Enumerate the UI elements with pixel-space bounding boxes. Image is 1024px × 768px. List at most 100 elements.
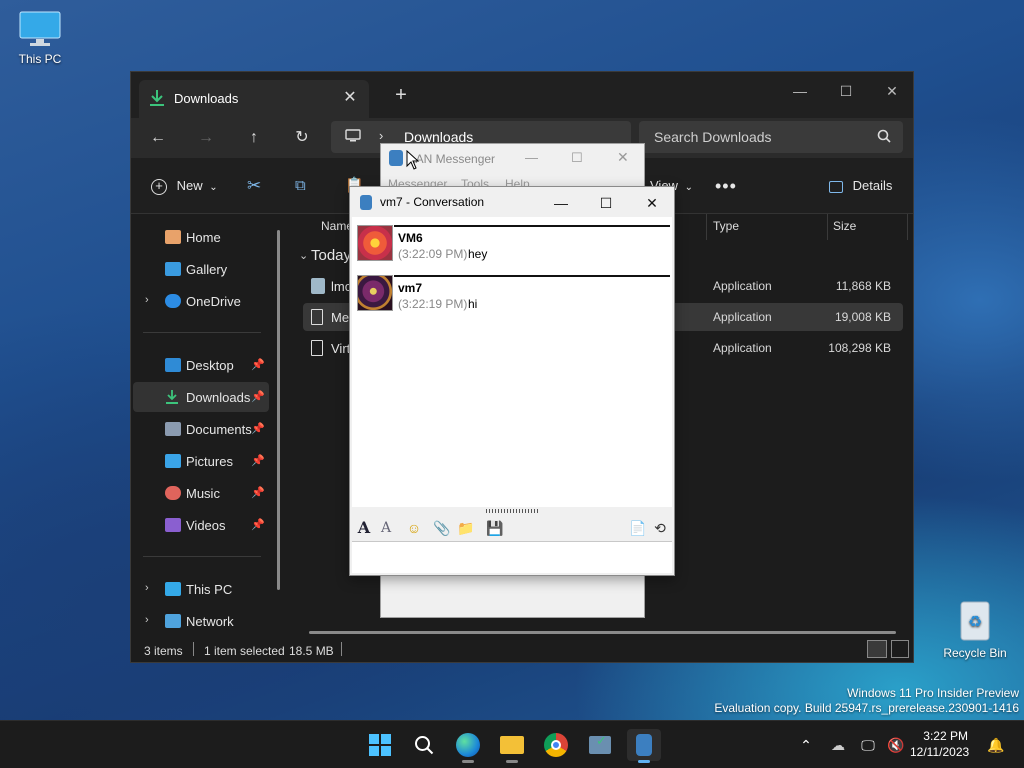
avatar bbox=[357, 275, 393, 311]
column-divider bbox=[827, 214, 828, 240]
system-clock[interactable]: 3:22 PM 12/11/2023 bbox=[910, 728, 970, 760]
pin-icon[interactable]: 📌 bbox=[251, 358, 265, 371]
maximize-button[interactable]: ☐ bbox=[586, 192, 626, 214]
taskbar-edge-button[interactable] bbox=[451, 729, 485, 763]
message-input[interactable] bbox=[352, 541, 672, 573]
notification-bell-icon[interactable]: 🔔 bbox=[986, 735, 1006, 755]
minimize-button[interactable]: — bbox=[541, 192, 581, 214]
desktop-icon-recycle-bin[interactable]: ♻ Recycle Bin bbox=[935, 598, 1015, 660]
up-arrow-icon[interactable]: ↑ bbox=[239, 124, 269, 152]
plus-circle-icon: + bbox=[151, 178, 167, 195]
search-input[interactable]: Search Downloads bbox=[639, 121, 903, 153]
font-color-icon[interactable]: A bbox=[376, 518, 396, 538]
pin-icon[interactable]: 📌 bbox=[251, 422, 265, 435]
show-hidden-icons-chevron-icon[interactable]: ⌃ bbox=[796, 735, 816, 755]
history-icon[interactable]: ⟲ bbox=[650, 518, 670, 538]
sidebar-item-music[interactable]: Music 📌 bbox=[133, 478, 269, 508]
back-arrow-icon[interactable]: ← bbox=[143, 124, 173, 152]
clock-date: 12/11/2023 bbox=[910, 745, 970, 759]
search-icon bbox=[415, 736, 434, 755]
close-button[interactable]: ✕ bbox=[869, 76, 915, 106]
file-icon bbox=[311, 309, 323, 325]
pin-icon[interactable]: 📌 bbox=[251, 518, 265, 531]
running-indicator bbox=[462, 760, 474, 763]
search-button[interactable] bbox=[407, 729, 441, 761]
cut-icon[interactable]: ✂ bbox=[247, 172, 261, 200]
checkmark-icon: ✓ bbox=[596, 733, 607, 748]
font-icon[interactable]: A bbox=[354, 518, 374, 538]
sidebar-item-downloads[interactable]: Downloads 📌 bbox=[133, 382, 269, 412]
message-sender: vm7 bbox=[398, 281, 423, 295]
new-label: New bbox=[176, 178, 203, 193]
tab-close-icon[interactable]: ✕ bbox=[339, 87, 361, 109]
sidebar-label: This PC bbox=[186, 582, 233, 597]
sidebar-item-gallery[interactable]: Gallery bbox=[133, 254, 269, 284]
new-button[interactable]: + New ⌄ bbox=[151, 172, 218, 200]
taskbar-app-button[interactable]: ✓ bbox=[583, 729, 617, 761]
pin-icon[interactable]: 📌 bbox=[251, 486, 265, 499]
column-header-type[interactable]: Type bbox=[713, 219, 739, 243]
column-divider bbox=[907, 214, 908, 240]
sidebar-label: Home bbox=[186, 230, 221, 245]
desktop-icon-this-pc[interactable]: This PC bbox=[0, 10, 80, 66]
new-tab-button[interactable]: + bbox=[389, 84, 413, 108]
splitter-handle[interactable] bbox=[486, 509, 538, 513]
music-icon bbox=[165, 486, 181, 500]
message-text: hi bbox=[468, 297, 478, 311]
message-toolbar: A A ☺ 📎 📁 💾 📄 ⟲ bbox=[352, 515, 672, 541]
horizontal-scrollbar[interactable] bbox=[309, 631, 896, 634]
lan-messenger-icon bbox=[360, 195, 372, 210]
sidebar-item-onedrive[interactable]: › OneDrive bbox=[133, 286, 269, 316]
send-folder-icon[interactable]: 📁 bbox=[456, 518, 476, 538]
sidebar-item-home[interactable]: Home bbox=[133, 222, 269, 252]
close-button[interactable]: ✕ bbox=[632, 192, 672, 214]
sidebar-label: Network bbox=[186, 614, 234, 629]
sidebar-item-desktop[interactable]: Desktop 📌 bbox=[133, 350, 269, 380]
sidebar-item-network[interactable]: › Network bbox=[133, 606, 269, 636]
chevron-right-icon[interactable]: › bbox=[145, 294, 149, 306]
start-button[interactable] bbox=[363, 729, 397, 761]
maximize-button[interactable]: ☐ bbox=[571, 150, 583, 166]
windows-logo-icon bbox=[369, 734, 391, 756]
sidebar-item-pictures[interactable]: Pictures 📌 bbox=[133, 446, 269, 476]
maximize-button[interactable]: ☐ bbox=[823, 76, 869, 106]
sidebar-item-videos[interactable]: Videos 📌 bbox=[133, 510, 269, 540]
refresh-icon[interactable]: ↻ bbox=[287, 124, 317, 152]
cloud-offline-icon[interactable]: ☁ bbox=[828, 735, 848, 755]
copy-icon[interactable]: ⧉ bbox=[295, 172, 306, 200]
taskbar-chrome-button[interactable] bbox=[539, 729, 573, 761]
chevron-down-icon[interactable]: ⌄ bbox=[299, 249, 308, 262]
avatar bbox=[357, 225, 393, 261]
details-view-icon[interactable] bbox=[867, 640, 887, 658]
minimize-button[interactable]: — bbox=[777, 76, 823, 106]
taskbar-lan-messenger-button[interactable] bbox=[627, 729, 661, 763]
desktop-icon-label: This PC bbox=[18, 52, 62, 66]
pin-icon[interactable]: 📌 bbox=[251, 390, 265, 403]
tab-downloads[interactable]: Downloads ✕ bbox=[139, 80, 369, 118]
attach-file-icon[interactable]: 📎 bbox=[432, 518, 452, 538]
taskbar-explorer-button[interactable] bbox=[495, 729, 529, 763]
save-icon[interactable]: 💾 bbox=[485, 518, 505, 538]
smiley-icon[interactable]: ☺ bbox=[404, 518, 424, 538]
chevron-right-icon[interactable]: › bbox=[145, 582, 149, 594]
sidebar-scrollbar[interactable] bbox=[277, 230, 280, 590]
forward-arrow-icon[interactable]: → bbox=[191, 124, 221, 152]
chevron-right-icon[interactable]: › bbox=[145, 614, 149, 626]
sidebar-item-this-pc[interactable]: › This PC bbox=[133, 574, 269, 604]
minimize-button[interactable]: — bbox=[525, 150, 538, 165]
details-button[interactable]: Details bbox=[829, 172, 892, 200]
network-icon[interactable]: 🖵 bbox=[858, 735, 878, 755]
more-options-icon[interactable]: ••• bbox=[715, 172, 737, 200]
message-divider bbox=[394, 275, 670, 277]
evaluation-watermark: Windows 11 Pro Insider Preview Evaluatio… bbox=[714, 686, 1019, 716]
sidebar-label: Desktop bbox=[186, 358, 234, 373]
desktop-folder-icon bbox=[165, 358, 181, 372]
close-button[interactable]: ✕ bbox=[617, 149, 629, 166]
cloud-icon bbox=[165, 294, 181, 308]
column-header-size[interactable]: Size bbox=[833, 219, 856, 243]
volume-muted-icon[interactable]: 🔇 bbox=[886, 735, 906, 755]
copy-conversation-icon[interactable]: 📄 bbox=[628, 518, 648, 538]
pin-icon[interactable]: 📌 bbox=[251, 454, 265, 467]
sidebar-item-documents[interactable]: Documents 📌 bbox=[133, 414, 269, 444]
tiles-view-icon[interactable] bbox=[891, 640, 909, 658]
